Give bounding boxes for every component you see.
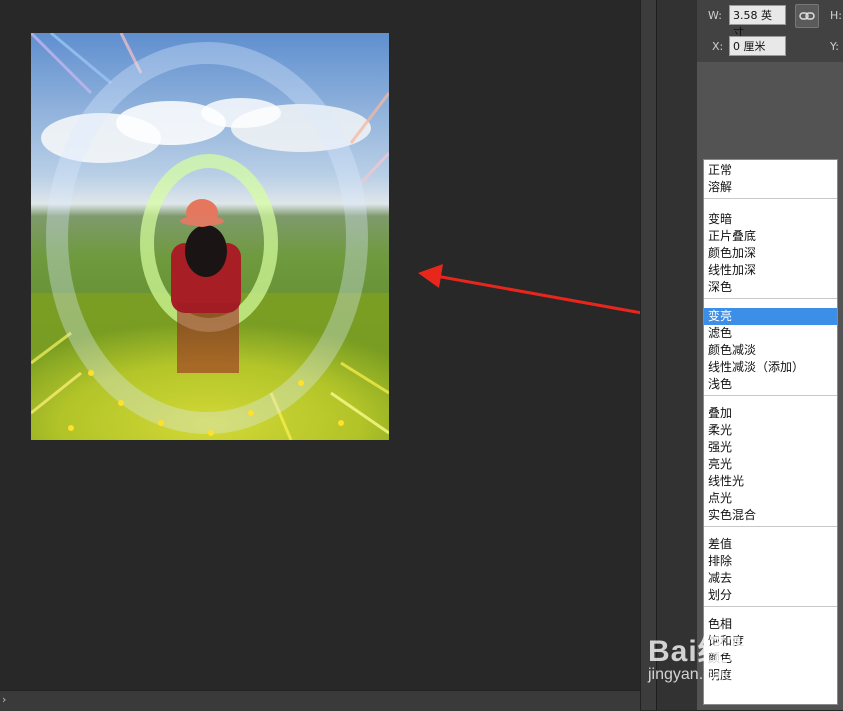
collapsed-panel-dock <box>656 0 698 710</box>
width-label: W: <box>708 9 722 22</box>
blend-mode-dropdown[interactable]: 正常 溶解 变暗 正片叠底 颜色加深 线性加深 深色 变亮 滤色 颜色减淡 线性… <box>703 159 838 705</box>
red-arrow-annotation <box>418 264 693 324</box>
blend-option[interactable]: 划分 <box>704 587 837 604</box>
blend-option[interactable]: 滤色 <box>704 325 837 342</box>
blend-option[interactable]: 减去 <box>704 570 837 587</box>
blend-option[interactable]: 溶解 <box>704 179 837 196</box>
blend-option[interactable]: 排除 <box>704 553 837 570</box>
blend-option[interactable]: 实色混合 <box>704 507 837 524</box>
baidu-jingyan-watermark: Bai经验 jingyan.baidu.com <box>648 626 777 684</box>
blend-option[interactable]: 点光 <box>704 490 837 507</box>
y-label: Y: <box>830 40 839 53</box>
panel-divider[interactable] <box>640 0 657 710</box>
blend-option[interactable]: 颜色加深 <box>704 245 837 262</box>
blend-option[interactable]: 差值 <box>704 536 837 553</box>
blend-option[interactable]: 线性减淡（添加） <box>704 359 837 376</box>
watermark-brand: Bai经验 <box>648 635 760 668</box>
blend-option[interactable]: 变暗 <box>704 211 837 228</box>
blend-option[interactable]: 线性光 <box>704 473 837 490</box>
blend-option[interactable]: 浅色 <box>704 376 837 393</box>
blend-option[interactable]: 柔光 <box>704 422 837 439</box>
x-label: X: <box>712 40 724 53</box>
blend-option[interactable]: 颜色减淡 <box>704 342 837 359</box>
document-canvas[interactable] <box>0 0 693 690</box>
blend-option[interactable]: 正片叠底 <box>704 228 837 245</box>
blend-group-darken: 变暗 正片叠底 颜色加深 线性加深 深色 <box>704 199 837 299</box>
blend-option-selected[interactable]: 变亮 <box>704 308 837 325</box>
blend-option[interactable]: 叠加 <box>704 405 837 422</box>
blend-option[interactable]: 线性加深 <box>704 262 837 279</box>
height-label: H: <box>830 9 842 22</box>
blend-group-contrast: 叠加 柔光 强光 亮光 线性光 点光 实色混合 <box>704 396 837 527</box>
blend-group-lighten: 变亮 滤色 颜色减淡 线性减淡（添加） 浅色 <box>704 299 837 396</box>
blend-option[interactable]: 深色 <box>704 279 837 296</box>
blend-group-inversion: 差值 排除 减去 划分 <box>704 527 837 607</box>
watermark-url: jingyan.baidu.com <box>648 666 777 683</box>
blend-option[interactable]: 强光 <box>704 439 837 456</box>
x-field[interactable]: 0 厘米 <box>729 36 786 56</box>
chain-link-icon[interactable] <box>795 4 819 28</box>
blend-option[interactable]: 正常 <box>704 162 837 179</box>
chevron-right-icon[interactable]: › <box>2 693 6 706</box>
blend-group-normal: 正常 溶解 <box>704 160 837 199</box>
blend-option[interactable]: 亮光 <box>704 456 837 473</box>
status-bar: › <box>0 690 640 711</box>
width-field[interactable]: 3.58 英寸 <box>729 5 786 39</box>
transform-section: W: 3.58 英寸 H: X: 0 厘米 Y: <box>697 0 843 62</box>
